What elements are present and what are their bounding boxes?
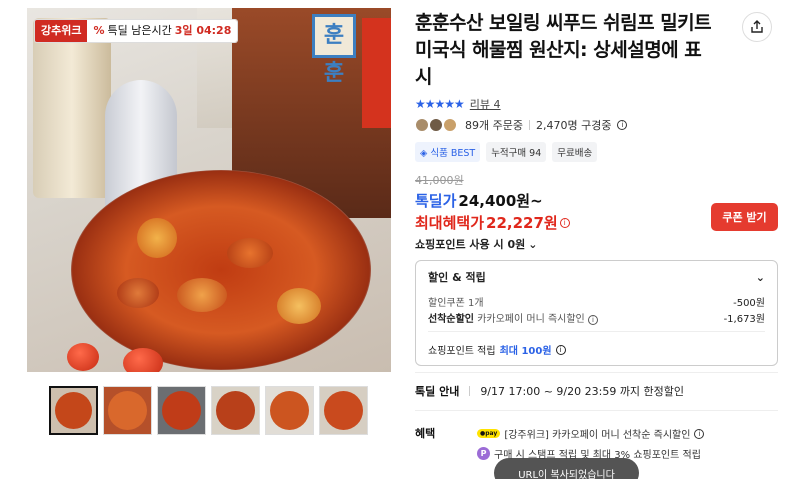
- share-button[interactable]: [742, 12, 772, 42]
- coupon-button[interactable]: 쿠폰 받기: [711, 203, 778, 231]
- thumbnail-2[interactable]: [103, 386, 152, 435]
- info-icon[interactable]: i: [587, 314, 598, 325]
- deal-price-value: 24,400원~: [458, 192, 543, 210]
- discount-first-come-line: 선착순할인 카카오페이 머니 즉시할인 i -1,673원: [428, 313, 765, 325]
- viewer-count: 2,470명 구경중: [535, 119, 612, 132]
- discount-box: 할인 & 적립 ⌄ 할인쿠폰 1개 -500원 선착순할인 카카오페이 머니 즉…: [415, 260, 778, 366]
- potato: [177, 278, 227, 312]
- star-rating-icon: ★★★★★: [415, 97, 465, 111]
- avatar: [443, 118, 457, 132]
- thumbnail-6[interactable]: [319, 386, 368, 435]
- thumbnail-list: [49, 386, 368, 435]
- shield-icon: ◈: [420, 148, 431, 159]
- tag-food-best[interactable]: ◈ 식품 BEST: [415, 142, 481, 162]
- thumbnail-3[interactable]: [157, 386, 206, 435]
- benefit-kakaopay: ●pay [강주위크] 카카오페이 머니 선착순 즉시할인 i: [477, 426, 705, 441]
- stats-row: 89개 주문중 2,470명 구경중 i: [415, 117, 628, 133]
- points-toggle[interactable]: 쇼핑포인트 사용 시 0원 ⌄: [415, 236, 537, 252]
- brand-logo: 훈훈: [312, 14, 356, 86]
- benefit-label: 혜택: [415, 427, 436, 440]
- product-main-image[interactable]: 훈훈: [27, 8, 391, 372]
- deal-info-row: 톡딜 안내 9/17 17:00 ~ 9/20 23:59 까지 한정할인: [415, 383, 684, 399]
- shrimp: [117, 278, 159, 308]
- corn: [277, 288, 321, 324]
- tag-total-purchase: 누적구매 94: [486, 142, 547, 162]
- deal-price-label: 톡딜가: [415, 192, 457, 210]
- point-icon: P: [477, 447, 490, 460]
- share-icon: [751, 20, 763, 33]
- deal-badge: 강추위크 % 특딜 남은시간 3일 04:28: [35, 20, 238, 42]
- candle-decoration: [33, 18, 111, 198]
- avatar: [429, 118, 443, 132]
- discount-header[interactable]: 할인 & 적립 ⌄: [428, 261, 765, 293]
- info-icon[interactable]: i: [555, 344, 566, 355]
- review-link[interactable]: 리뷰 4: [470, 96, 501, 112]
- max-benefit-row: 최대혜택가 22,227원 i: [415, 212, 570, 233]
- avatar: [415, 118, 429, 132]
- brand-week-label: 강추위크: [35, 20, 88, 42]
- shrimp: [227, 238, 273, 268]
- tomato: [67, 343, 99, 371]
- tag-free-shipping: 무료배송: [552, 142, 598, 162]
- tag-list: ◈ 식품 BEST 누적구매 94 무료배송: [415, 142, 598, 162]
- rating-row: ★★★★★ 리뷰 4: [415, 96, 501, 112]
- corn: [137, 218, 177, 258]
- thumbnail-4[interactable]: [211, 386, 260, 435]
- kakaopay-icon: ●pay: [477, 429, 501, 438]
- deal-info-period: 9/17 17:00 ~ 9/20 23:59 까지 한정할인: [480, 385, 685, 398]
- deal-price-row: 톡딜가 24,400원~: [415, 190, 543, 211]
- tomato: [123, 348, 163, 372]
- percent-icon: %: [93, 24, 105, 37]
- order-count: 89개 주문중: [465, 119, 523, 132]
- deal-info-label: 톡딜 안내: [415, 385, 460, 398]
- product-page: 훈훈 강추위크 % 특딜 남은시간 3일 04:28 훈훈수산 보일링 씨푸드 …: [0, 0, 800, 479]
- info-icon[interactable]: i: [617, 120, 628, 130]
- max-benefit-label: 최대혜택가: [415, 214, 485, 232]
- deal-countdown: 3일 04:28: [174, 24, 232, 37]
- info-icon[interactable]: i: [694, 428, 705, 439]
- info-icon[interactable]: i: [559, 217, 570, 228]
- max-benefit-value: 22,227원: [486, 214, 558, 232]
- deal-remaining-label: 특딜 남은시간: [107, 24, 172, 37]
- chevron-down-icon: ⌄: [528, 237, 538, 251]
- discount-points-line: 쇼핑포인트 적립 최대 100원 i: [428, 342, 765, 357]
- original-price: 41,000원: [415, 174, 464, 187]
- seafood-pan: [71, 170, 371, 370]
- thumbnail-5[interactable]: [265, 386, 314, 435]
- toast-message: URL이 복사되었습니다: [494, 458, 639, 479]
- thumbnail-1[interactable]: [49, 386, 98, 435]
- discount-coupon-line: 할인쿠폰 1개 -500원: [428, 297, 765, 309]
- product-title: 훈훈수산 보일링 씨푸드 쉬림프 밀키트 미국식 해물찜 원산지: 상세설명에 …: [415, 12, 712, 88]
- chevron-down-icon: ⌄: [755, 270, 765, 284]
